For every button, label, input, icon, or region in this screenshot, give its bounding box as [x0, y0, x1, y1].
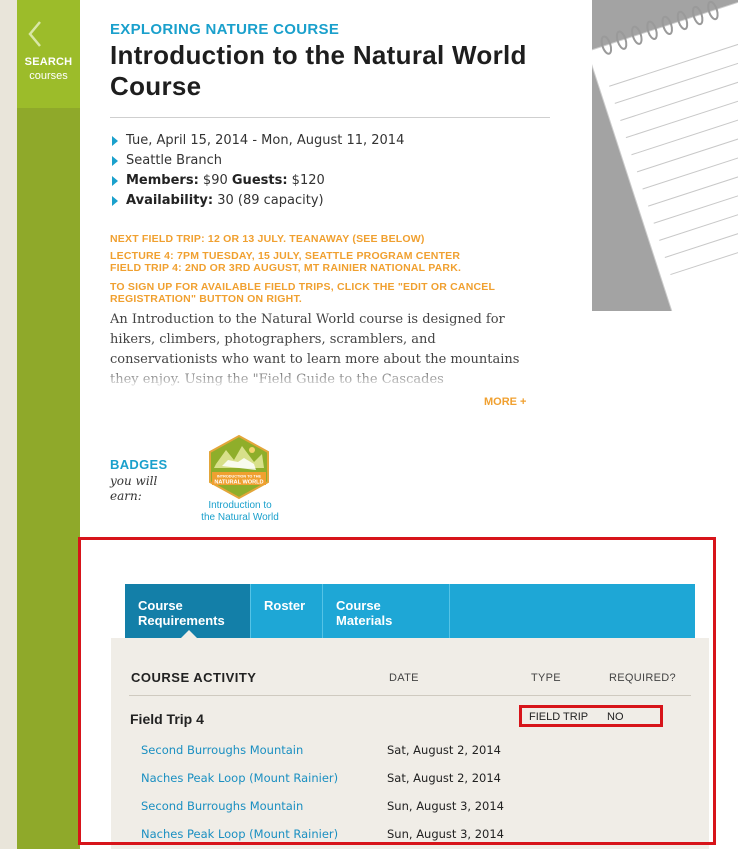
- bullet-triangle-icon: [112, 136, 118, 146]
- course-prices: Members: $90 Guests: $120: [110, 171, 404, 191]
- natural-world-badge-icon: INTRODUCTION TO THE NATURAL WORLD: [209, 434, 269, 500]
- page-title: Introduction to the Natural World Course: [110, 40, 527, 101]
- chevron-left-icon: [28, 21, 41, 47]
- course-dates: Tue, April 15, 2014 - Mon, August 11, 20…: [110, 131, 404, 151]
- title-divider: [110, 117, 550, 118]
- alert-lecture: LECTURE 4: 7PM TUESDAY, 15 JULY, SEATTLE…: [110, 250, 461, 262]
- search-courses-button[interactable]: SEARCH courses: [17, 0, 80, 108]
- availability-value: 30 (89 capacity): [217, 193, 324, 208]
- highlight-frame: [78, 537, 716, 845]
- badges-heading: BADGES: [110, 457, 168, 472]
- search-sublabel: courses: [29, 70, 68, 82]
- badge-text-main: NATURAL WORLD: [214, 480, 263, 486]
- alert-field-trip-4: FIELD TRIP 4: 2ND OR 3RD AUGUST, MT RAIN…: [110, 262, 462, 274]
- availability-label: Availability:: [126, 193, 214, 208]
- badges-subtitle: you will earn:: [110, 474, 158, 503]
- members-price: $90: [202, 173, 228, 188]
- description-fade: [110, 366, 540, 390]
- bullet-triangle-icon: [112, 156, 118, 166]
- course-availability: Availability: 30 (89 capacity): [110, 191, 404, 211]
- course-dates-text: Tue, April 15, 2014 - Mon, August 11, 20…: [126, 133, 405, 148]
- notebook-icon: [592, 0, 738, 311]
- search-label: SEARCH: [24, 56, 73, 68]
- badge-caption-line1: Introduction to: [208, 500, 272, 511]
- badge-text-top: INTRODUCTION TO THE: [217, 475, 261, 479]
- members-label: Members:: [126, 173, 199, 188]
- alert-signup-line1: TO SIGN UP FOR AVAILABLE FIELD TRIPS, CL…: [110, 281, 496, 293]
- notebook-illustration: [592, 0, 738, 311]
- guests-price: $120: [291, 173, 325, 188]
- alert-signup-line2: REGISTRATION" BUTTON ON RIGHT.: [110, 293, 303, 305]
- bullet-triangle-icon: [112, 176, 118, 186]
- alert-next-field-trip: NEXT FIELD TRIP: 12 OR 13 JULY. TEANAWAY…: [110, 233, 425, 245]
- badge-caption-line2: the Natural World: [201, 512, 279, 523]
- bullet-triangle-icon: [112, 196, 118, 206]
- course-branch-text: Seattle Branch: [126, 153, 223, 168]
- course-meta: Tue, April 15, 2014 - Mon, August 11, 20…: [110, 131, 404, 211]
- badge-caption[interactable]: Introduction to the Natural World: [190, 500, 290, 524]
- sidebar: [17, 0, 80, 849]
- badge-image[interactable]: INTRODUCTION TO THE NATURAL WORLD: [206, 434, 272, 504]
- course-category: EXPLORING NATURE COURSE: [110, 21, 340, 38]
- more-link[interactable]: MORE +: [484, 396, 526, 408]
- guests-label: Guests:: [231, 173, 288, 188]
- course-branch: Seattle Branch: [110, 151, 404, 171]
